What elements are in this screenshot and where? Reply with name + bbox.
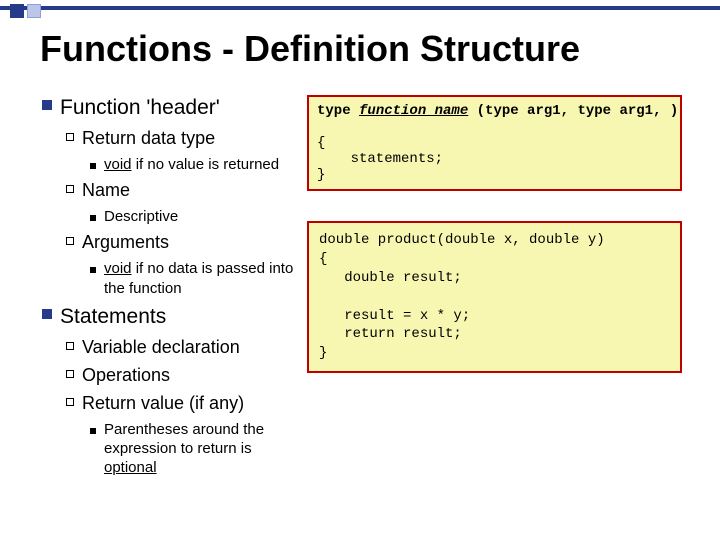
square-bullet-icon bbox=[42, 309, 52, 319]
item-arguments: Arguments bbox=[82, 231, 169, 254]
tiny-square-bullet-icon bbox=[90, 267, 96, 273]
square-bullet-icon bbox=[42, 100, 52, 110]
open-square-bullet-icon bbox=[66, 342, 74, 350]
section-heading: Function 'header' bbox=[60, 95, 220, 122]
open-square-bullet-icon bbox=[66, 133, 74, 141]
item-name: Name bbox=[82, 179, 130, 202]
item-void-arg: void if no data is passed into the funct… bbox=[104, 259, 301, 297]
open-square-bullet-icon bbox=[66, 237, 74, 245]
content: Function 'header' Return data type void … bbox=[42, 95, 682, 482]
outline: Function 'header' Return data type void … bbox=[42, 95, 301, 482]
item-void-return: void if no value is returned bbox=[104, 155, 279, 174]
page-title: Functions - Definition Structure bbox=[40, 28, 580, 70]
syntax-box: type function_name (type arg1, type arg1… bbox=[307, 95, 682, 191]
open-square-bullet-icon bbox=[66, 398, 74, 406]
item-operations: Operations bbox=[82, 364, 170, 387]
item-return-value: Return value (if any) bbox=[82, 392, 244, 415]
section-heading: Statements bbox=[60, 304, 166, 331]
tiny-square-bullet-icon bbox=[90, 215, 96, 221]
item-descriptive: Descriptive bbox=[104, 207, 178, 226]
tiny-square-bullet-icon bbox=[90, 428, 96, 434]
code-examples: type function_name (type arg1, type arg1… bbox=[307, 95, 682, 482]
tiny-square-bullet-icon bbox=[90, 163, 96, 169]
item-parens: Parentheses around the expression to ret… bbox=[104, 420, 301, 478]
item-return-type: Return data type bbox=[82, 127, 215, 150]
item-vardecl: Variable declaration bbox=[82, 336, 240, 359]
open-square-bullet-icon bbox=[66, 185, 74, 193]
open-square-bullet-icon bbox=[66, 370, 74, 378]
accent-blocks bbox=[10, 4, 41, 18]
example-box: double product(double x, double y) { dou… bbox=[307, 221, 682, 373]
top-rule bbox=[0, 6, 720, 10]
